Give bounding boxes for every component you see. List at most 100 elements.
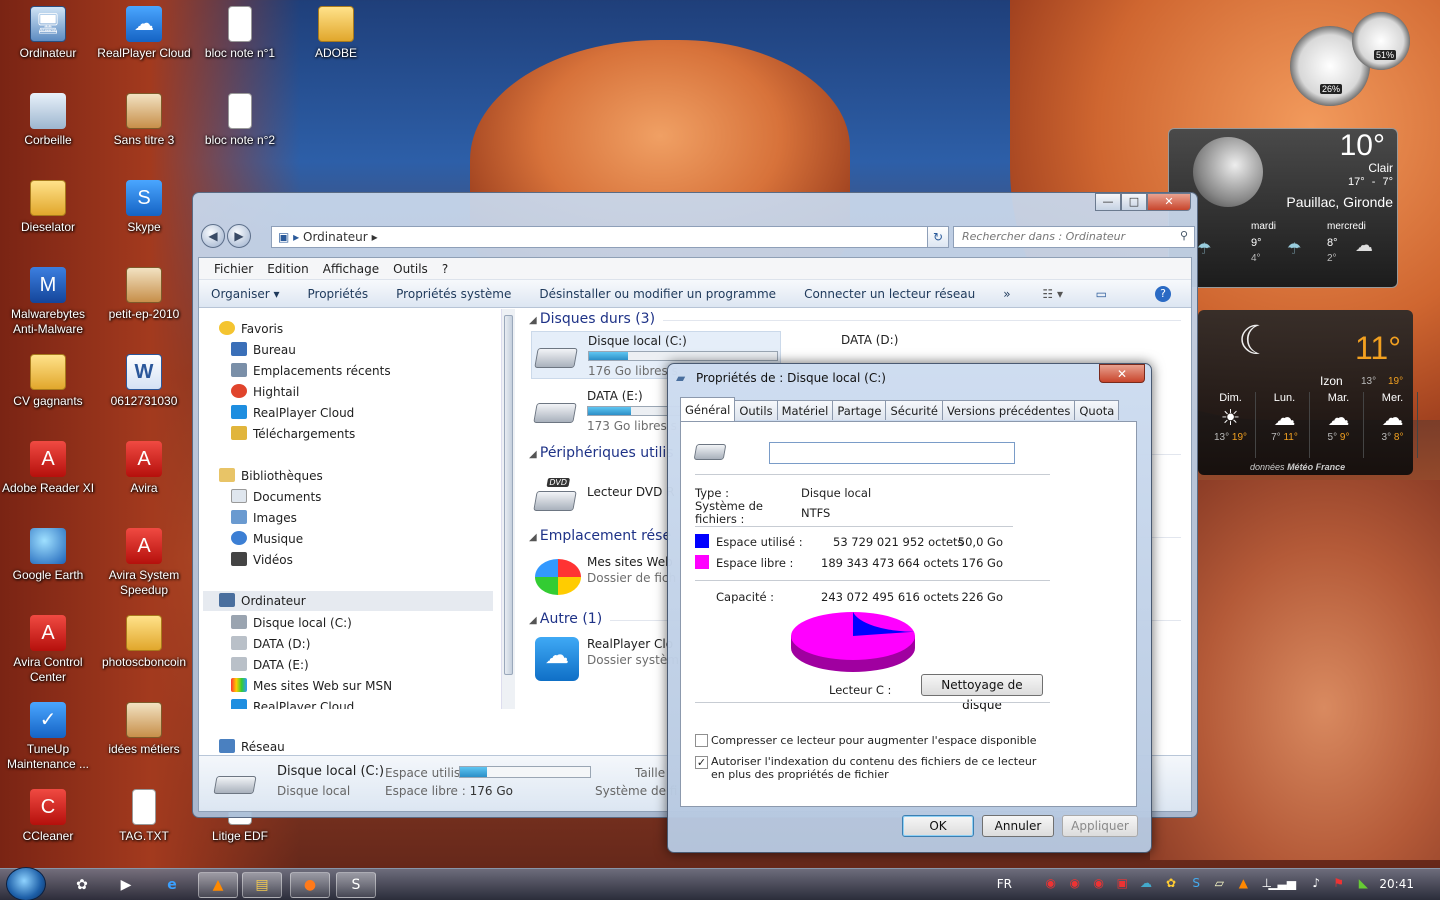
- close-button[interactable]: ✕: [1099, 364, 1145, 383]
- nav-desktop[interactable]: Bureau: [231, 340, 296, 360]
- disk-cleanup-button[interactable]: Nettoyage de disque: [921, 674, 1043, 712]
- desktop-icon-avira-control-center[interactable]: A Avira Control Center: [0, 615, 96, 685]
- tab-sharing[interactable]: Partage: [832, 400, 887, 420]
- desktop-icon-ordinateur[interactable]: 🖥 Ordinateur: [0, 6, 96, 61]
- help-icon[interactable]: ?: [1155, 285, 1171, 302]
- nav-realplayer[interactable]: RealPlayer Cloud: [231, 403, 354, 423]
- desktop-icon-avira[interactable]: A Avira: [96, 441, 192, 496]
- menu-tools[interactable]: Outils: [386, 262, 435, 276]
- group-network[interactable]: ◢ Emplacement rése: [529, 528, 1181, 544]
- nav-drive-c[interactable]: Disque local (C:): [231, 613, 352, 633]
- tab-general[interactable]: Général: [680, 397, 736, 421]
- desktop-icon-corbeille[interactable]: Corbeille: [0, 93, 96, 148]
- action-center-icon[interactable]: ⚑: [1333, 876, 1344, 890]
- tab-quota[interactable]: Quota: [1074, 400, 1120, 420]
- nav-hightail[interactable]: Hightail: [231, 382, 299, 402]
- desktop-icon-malwarebytes-anti-malware[interactable]: M Malwarebytes Anti-Malware: [0, 267, 96, 337]
- group-removable[interactable]: ◢ Périphériques utilis: [529, 445, 1181, 461]
- desktop-icon-ccleaner[interactable]: C CCleaner: [0, 789, 96, 844]
- apply-button[interactable]: Appliquer: [1062, 815, 1138, 837]
- properties-button[interactable]: Propriétés: [308, 287, 369, 301]
- desktop-icon-dieselator[interactable]: Dieselator: [0, 180, 96, 235]
- start-button[interactable]: [6, 867, 46, 900]
- menu-help[interactable]: ?: [435, 262, 455, 276]
- desktop-icon-tag-txt[interactable]: TAG.TXT: [96, 789, 192, 844]
- menu-file[interactable]: Fichier: [207, 262, 260, 276]
- desktop-icon-bloc-note-n-2[interactable]: bloc note n°2: [192, 93, 288, 148]
- search-icon[interactable]: ⚲: [1180, 229, 1188, 242]
- back-button[interactable]: ◀: [201, 224, 225, 248]
- explorer-taskbar-icon[interactable]: ▤: [242, 872, 282, 898]
- system-properties-button[interactable]: Propriétés système: [396, 287, 511, 301]
- network-signal-icon[interactable]: ▁▃▅: [1268, 876, 1296, 890]
- desktop-icon-cv-gagnants[interactable]: CV gagnants: [0, 354, 96, 409]
- minimize-button[interactable]: —: [1095, 193, 1121, 211]
- vlc-tray-icon[interactable]: ▲: [1239, 876, 1248, 890]
- volume-name-input[interactable]: [769, 442, 1015, 464]
- nav-videos[interactable]: Vidéos: [231, 550, 293, 570]
- nav-scrollbar[interactable]: [501, 309, 515, 709]
- nav-libraries[interactable]: Bibliothèques: [219, 466, 323, 486]
- nav-documents[interactable]: Documents: [231, 487, 321, 507]
- avira-tray-icon[interactable]: ◉: [1094, 876, 1104, 890]
- nav-drive-e[interactable]: DATA (E:): [231, 655, 309, 675]
- media-player-icon[interactable]: ▶: [106, 872, 146, 898]
- address-bar[interactable]: ▣ ▸ Ordinateur ▸ ▾: [271, 226, 941, 248]
- menu-view[interactable]: Affichage: [316, 262, 386, 276]
- avira-tray-icon[interactable]: ◉: [1046, 876, 1056, 890]
- cancel-button[interactable]: Annuler: [982, 815, 1054, 837]
- desktop-icon-0612731030[interactable]: W 0612731030: [96, 354, 192, 409]
- map-drive-button[interactable]: Connecter un lecteur réseau: [804, 287, 975, 301]
- desktop-icon-adobe-reader-xi[interactable]: A Adobe Reader XI: [0, 441, 96, 496]
- skype-taskbar-icon[interactable]: S: [336, 872, 376, 898]
- menu-edit[interactable]: Edition: [260, 262, 316, 276]
- weather-forecast-gadget[interactable]: ☾ 11° Izon 13° 19° Dim. ☀ 13° 19° Lun. ☁ 7° 1…: [1198, 310, 1418, 475]
- organize-button[interactable]: Organiser ▾: [211, 287, 280, 301]
- cpu-meter-gadget[interactable]: 26% 51%: [1290, 12, 1420, 112]
- desktop-icon-avira-system-speedup[interactable]: A Avira System Speedup: [96, 528, 192, 598]
- tab-previous-versions[interactable]: Versions précédentes: [941, 400, 1076, 420]
- refresh-button[interactable]: ↻: [927, 226, 949, 248]
- firefox-icon[interactable]: ●: [290, 872, 330, 898]
- tab-hardware[interactable]: Matériel: [776, 400, 834, 420]
- desktop-icon-petit-ep-2010[interactable]: petit-ep-2010: [96, 267, 192, 322]
- nav-music[interactable]: Musique: [231, 529, 303, 549]
- volume-icon[interactable]: ♪: [1312, 876, 1320, 890]
- desktop-icon-sans-titre-3[interactable]: Sans titre 3: [96, 93, 192, 148]
- group-other[interactable]: ◢ Autre (1): [529, 611, 1181, 627]
- close-button[interactable]: ✕: [1147, 193, 1191, 211]
- taskbar-app-icon[interactable]: ✿: [62, 872, 102, 898]
- ok-button[interactable]: OK: [902, 815, 974, 837]
- language-indicator[interactable]: FR: [997, 877, 1012, 891]
- desktop-icon-id-es-m-tiers[interactable]: idées métiers: [96, 702, 192, 757]
- tab-security[interactable]: Sécurité: [885, 400, 943, 420]
- avira-tray-icon[interactable]: ◉: [1070, 876, 1080, 890]
- compress-checkbox[interactable]: [695, 734, 708, 747]
- tray-icon[interactable]: ▱: [1215, 876, 1224, 890]
- realplayer-tray-icon[interactable]: ☁: [1140, 876, 1152, 890]
- more-button[interactable]: »: [1003, 287, 1010, 301]
- view-options-icon[interactable]: ☷ ▾: [1042, 287, 1063, 301]
- tray-icon[interactable]: ▣: [1117, 876, 1128, 890]
- maximize-button[interactable]: □: [1121, 193, 1147, 211]
- uninstall-button[interactable]: Désinstaller ou modifier un programme: [539, 287, 776, 301]
- nav-network[interactable]: Réseau: [219, 739, 285, 754]
- index-checkbox[interactable]: ✓: [695, 756, 708, 769]
- tray-icon[interactable]: ✿: [1166, 876, 1176, 890]
- desktop-icon-tuneup-maintenance[interactable]: ✓ TuneUp Maintenance ...: [0, 702, 96, 772]
- nav-realplayer-cloud[interactable]: RealPlayer Cloud: [231, 697, 354, 709]
- nav-recent[interactable]: Emplacements récents: [231, 361, 391, 381]
- forward-button[interactable]: ▶: [227, 224, 251, 248]
- nav-images[interactable]: Images: [231, 508, 297, 528]
- desktop-icon-skype[interactable]: S Skype: [96, 180, 192, 235]
- nav-favorites[interactable]: Favoris: [219, 319, 283, 339]
- desktop-icon-realplayer-cloud[interactable]: ☁ RealPlayer Cloud: [96, 6, 192, 61]
- vlc-icon[interactable]: ▲: [198, 872, 238, 898]
- properties-dialog[interactable]: ▰ Propriétés de : Disque local (C:) ✕ Gé…: [667, 363, 1152, 853]
- group-hard-drives[interactable]: ◢ Disques durs (3): [529, 311, 1181, 327]
- weather-gadget[interactable]: 10° Clair 17° - 7° Pauillac, Gironde mar…: [1168, 128, 1398, 288]
- nav-computer[interactable]: Ordinateur: [203, 591, 493, 611]
- desktop-icon-photoscboncoin[interactable]: photoscboncoin: [96, 615, 192, 670]
- skype-tray-icon[interactable]: S: [1192, 876, 1200, 890]
- preview-pane-icon[interactable]: ▭: [1096, 287, 1107, 301]
